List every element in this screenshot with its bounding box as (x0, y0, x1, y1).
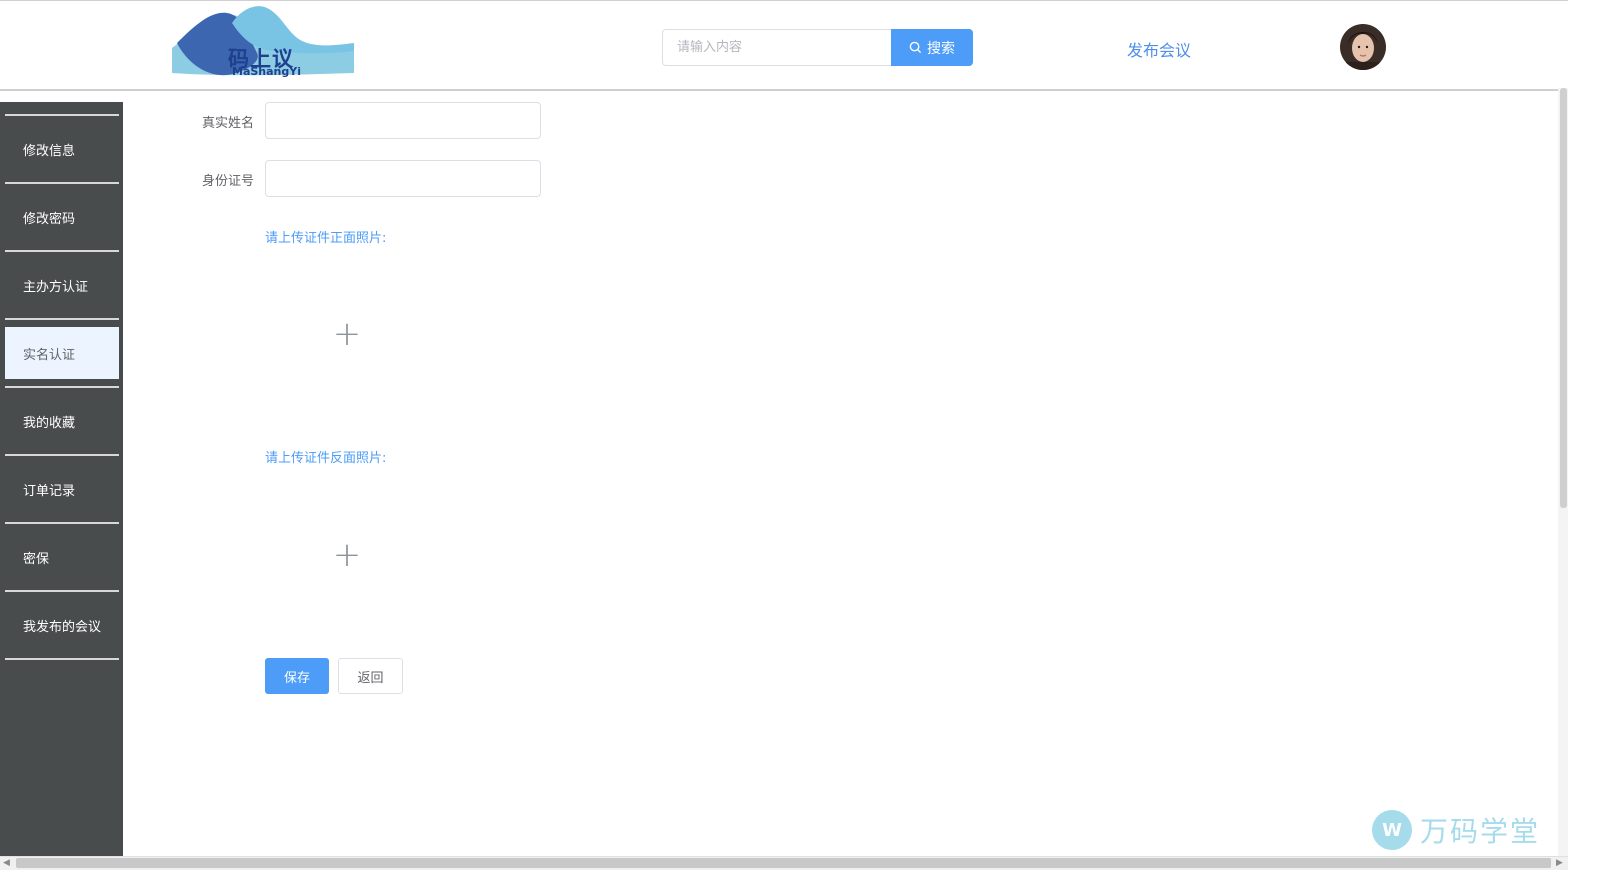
sidebar-divider (5, 182, 119, 184)
sidebar-divider (5, 318, 119, 320)
sidebar-divider (5, 386, 119, 388)
real-name-label: 真实姓名 (201, 116, 254, 131)
site-logo[interactable]: 码上议 MaShangYi (172, 3, 354, 85)
scroll-right-arrow-icon[interactable]: ▶ (1556, 858, 1563, 868)
top-header: 码上议 MaShangYi 搜索 发布会议 (0, 1, 1568, 91)
watermark-logo-icon: W (1372, 810, 1412, 850)
sidebar-divider (5, 454, 119, 456)
avatar-image (1340, 24, 1386, 70)
sidebar-item-real-name-verification[interactable]: 实名认证 (5, 327, 119, 379)
watermark: W 万码学堂 (1372, 810, 1540, 850)
watermark-text: 万码学堂 (1420, 815, 1541, 848)
sidebar-item-organizer-verification[interactable]: 主办方认证 (5, 259, 119, 311)
user-avatar[interactable] (1340, 24, 1386, 70)
id-number-label: 身份证号 (201, 174, 254, 189)
search-input[interactable] (662, 29, 892, 66)
back-button[interactable]: 返回 (338, 658, 403, 694)
sidebar-item-security-question[interactable]: 密保 (5, 531, 119, 583)
plus-icon: + (332, 314, 362, 354)
search-button[interactable]: 搜索 (891, 29, 973, 66)
sidebar-item-order-records[interactable]: 订单记录 (5, 463, 119, 515)
search-button-label: 搜索 (927, 40, 955, 57)
sidebar-divider (5, 522, 119, 524)
front-photo-uploader[interactable]: + (265, 252, 429, 416)
sidebar-divider (5, 114, 119, 116)
page-right-margin (1568, 0, 1600, 856)
back-photo-upload-label: 请上传证件反面照片: (265, 451, 387, 466)
sidebar-item-edit-info[interactable]: 修改信息 (5, 123, 119, 175)
sidebar-item-my-meetings[interactable]: 我发布的会议 (5, 599, 119, 651)
sidebar-divider (5, 590, 119, 592)
save-button[interactable]: 保存 (265, 658, 329, 694)
vertical-scrollbar-thumb[interactable] (1560, 88, 1567, 508)
window-bottom-edge (0, 870, 1600, 889)
scroll-left-arrow-icon[interactable]: ◀ (3, 858, 10, 868)
sidebar: 修改信息 修改密码 主办方认证 实名认证 我的收藏 订单记录 密保 我发布的会议 (0, 102, 123, 856)
search-icon (909, 41, 922, 54)
sidebar-divider (5, 658, 119, 660)
sidebar-item-favorites[interactable]: 我的收藏 (5, 395, 119, 447)
front-photo-upload-label: 请上传证件正面照片: (265, 231, 387, 246)
sidebar-divider (5, 250, 119, 252)
id-number-field[interactable] (265, 160, 541, 197)
logo-subtitle: MaShangYi (232, 65, 301, 78)
horizontal-scrollbar-thumb[interactable] (16, 858, 1551, 868)
back-photo-uploader[interactable]: + (265, 473, 429, 637)
real-name-field[interactable] (265, 102, 541, 139)
publish-meeting-link[interactable]: 发布会议 (1127, 37, 1191, 61)
plus-icon: + (332, 535, 362, 575)
sidebar-item-change-password[interactable]: 修改密码 (5, 191, 119, 243)
